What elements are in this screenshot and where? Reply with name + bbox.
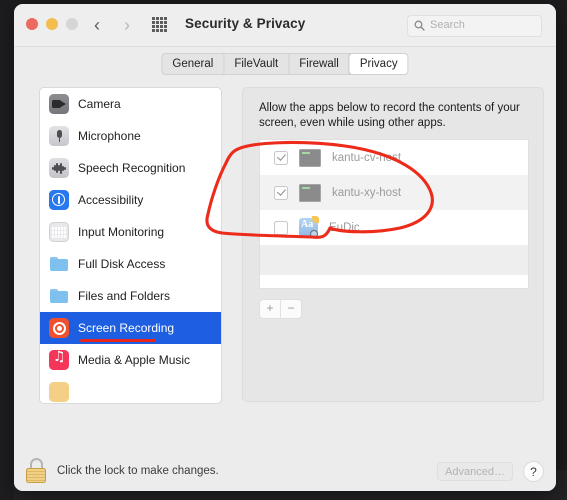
app-checkbox[interactable] bbox=[274, 150, 288, 165]
sidebar-item-label: Full Disk Access bbox=[78, 257, 166, 271]
folder-icon bbox=[49, 286, 69, 306]
sidebar-item-accessibility[interactable]: Accessibility bbox=[40, 184, 221, 216]
close-button[interactable] bbox=[26, 18, 38, 30]
partial-icon bbox=[49, 382, 69, 402]
security-privacy-window: ‹ › Security & Privacy Search General Fi… bbox=[14, 4, 556, 491]
table-row[interactable]: EuDic bbox=[260, 210, 528, 245]
lock-hint-text: Click the lock to make changes. bbox=[57, 465, 219, 477]
sidebar-item-files-and-folders[interactable]: Files and Folders bbox=[40, 280, 221, 312]
minimize-button[interactable] bbox=[46, 18, 58, 30]
tab-bar: General FileVault Firewall Privacy bbox=[14, 47, 556, 81]
zoom-button[interactable] bbox=[66, 18, 78, 30]
tab-firewall[interactable]: Firewall bbox=[289, 54, 350, 74]
sidebar-item-label: Media & Apple Music bbox=[78, 353, 191, 367]
screen-recording-panel: Allow the apps below to record the conte… bbox=[242, 87, 544, 402]
list-empty-area-bottom bbox=[260, 275, 528, 288]
terminal-icon bbox=[299, 148, 321, 167]
app-checkbox[interactable] bbox=[274, 185, 288, 200]
app-checkbox[interactable] bbox=[274, 220, 288, 235]
background-window-edge bbox=[0, 12, 14, 500]
music-icon bbox=[49, 350, 69, 370]
remove-app-button[interactable]: − bbox=[281, 300, 301, 318]
tab-general[interactable]: General bbox=[162, 54, 225, 74]
sidebar-item-partial[interactable] bbox=[40, 376, 221, 403]
screen-recording-icon bbox=[49, 318, 69, 338]
sidebar-item-camera[interactable]: Camera bbox=[40, 88, 221, 120]
app-name: kantu-cv-host bbox=[332, 151, 402, 164]
waveform-icon bbox=[49, 158, 69, 178]
help-button[interactable]: ? bbox=[523, 461, 544, 482]
sidebar-item-label: Camera bbox=[78, 97, 121, 111]
camera-icon bbox=[49, 94, 69, 114]
sidebar-item-screen-recording[interactable]: Screen Recording bbox=[40, 312, 221, 344]
allowed-apps-list[interactable]: kantu-cv-host kantu-xy-host EuDic bbox=[259, 139, 529, 289]
sidebar-item-microphone[interactable]: Microphone bbox=[40, 120, 221, 152]
panel-description: Allow the apps below to record the conte… bbox=[259, 102, 520, 129]
red-underline-annotation bbox=[80, 339, 156, 342]
sidebar-item-media-apple-music[interactable]: Media & Apple Music bbox=[40, 344, 221, 376]
title-bar: ‹ › Security & Privacy Search bbox=[14, 4, 556, 47]
page-title: Security & Privacy bbox=[185, 16, 306, 31]
sidebar-item-label: Screen Recording bbox=[78, 321, 175, 335]
list-empty-area bbox=[260, 245, 528, 275]
add-remove-control[interactable]: + − bbox=[259, 299, 302, 319]
tab-group: General FileVault Firewall Privacy bbox=[161, 53, 409, 75]
microphone-icon bbox=[49, 126, 69, 146]
folder-icon bbox=[49, 254, 69, 274]
bottom-bar: Click the lock to make changes. Advanced… bbox=[14, 449, 556, 491]
sidebar-item-label: Microphone bbox=[78, 129, 141, 143]
forward-button[interactable]: › bbox=[118, 15, 136, 35]
lock-closed-icon[interactable] bbox=[24, 458, 48, 484]
screenshot-root: hanges Advanced ? ‹ › Security & Privacy bbox=[0, 0, 567, 500]
search-field[interactable]: Search bbox=[407, 15, 542, 37]
advanced-button[interactable]: Advanced… bbox=[437, 462, 513, 481]
sidebar-item-full-disk-access[interactable]: Full Disk Access bbox=[40, 248, 221, 280]
table-row[interactable]: kantu-xy-host bbox=[260, 175, 528, 210]
terminal-icon bbox=[299, 183, 321, 202]
content-area: Camera Microphone Speech Recognition Acc… bbox=[14, 81, 556, 449]
back-button[interactable]: ‹ bbox=[88, 15, 106, 35]
table-row[interactable]: kantu-cv-host bbox=[260, 140, 528, 175]
keyboard-icon bbox=[49, 222, 69, 242]
sidebar-item-label: Accessibility bbox=[78, 193, 144, 207]
sidebar-item-input-monitoring[interactable]: Input Monitoring bbox=[40, 216, 221, 248]
privacy-category-list[interactable]: Camera Microphone Speech Recognition Acc… bbox=[39, 87, 222, 404]
sidebar-item-label: Files and Folders bbox=[78, 289, 171, 303]
app-name: EuDic bbox=[329, 221, 360, 234]
add-app-button[interactable]: + bbox=[260, 300, 281, 318]
app-name: kantu-xy-host bbox=[332, 186, 402, 199]
accessibility-icon bbox=[49, 190, 69, 210]
sidebar-item-label: Speech Recognition bbox=[78, 161, 186, 175]
sidebar-item-speech-recognition[interactable]: Speech Recognition bbox=[40, 152, 221, 184]
tab-filevault[interactable]: FileVault bbox=[224, 54, 290, 74]
tab-privacy[interactable]: Privacy bbox=[349, 54, 408, 74]
show-all-icon[interactable] bbox=[152, 17, 167, 32]
search-placeholder: Search bbox=[430, 19, 465, 31]
sidebar-item-label: Input Monitoring bbox=[78, 225, 165, 239]
search-icon bbox=[414, 20, 425, 31]
traffic-lights bbox=[26, 18, 78, 30]
dictionary-icon bbox=[299, 216, 319, 238]
